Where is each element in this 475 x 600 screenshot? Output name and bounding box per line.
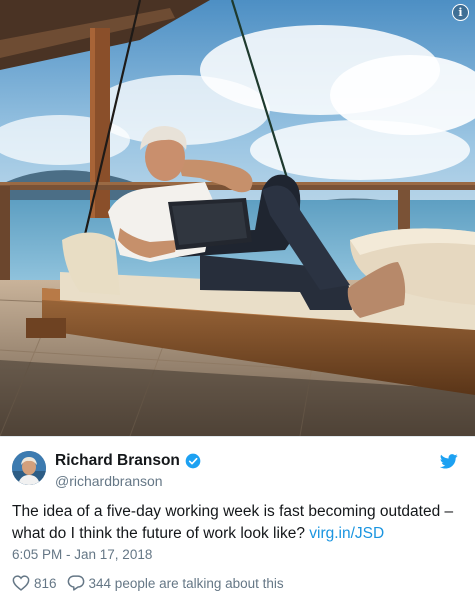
tweet-link[interactable]: virg.in/JSD (309, 525, 384, 542)
tweet-text: The idea of a five-day working week is f… (12, 501, 467, 545)
tweet-actions: 816 344 people are talking about this (12, 575, 294, 591)
avatar[interactable] (12, 451, 46, 485)
author-display-name[interactable]: Richard Branson (55, 452, 180, 470)
reply-text: 344 people are talking about this (88, 575, 284, 591)
heart-icon (12, 575, 30, 591)
twitter-bird-icon[interactable] (440, 454, 458, 469)
verified-icon (185, 453, 201, 469)
reply-bubble-icon (67, 575, 84, 591)
author-name-row[interactable]: Richard Branson (55, 452, 201, 470)
like-count: 816 (34, 575, 57, 591)
tweet-timestamp[interactable]: 6:05 PM - Jan 17, 2018 (12, 547, 152, 562)
avatar-image (12, 451, 46, 485)
reply-button[interactable]: 344 people are talking about this (67, 575, 284, 591)
tweet-photo[interactable]: i (0, 0, 475, 436)
like-button[interactable]: 816 (12, 575, 57, 591)
author-block: Richard Branson @richardbranson (55, 452, 201, 490)
tweet-body: The idea of a five-day working week is f… (12, 503, 454, 542)
author-handle[interactable]: @richardbranson (55, 472, 201, 490)
info-icon[interactable]: i (452, 4, 469, 21)
photo-illustration (0, 0, 475, 436)
tweet-card: Richard Branson @richardbranson The idea… (0, 436, 475, 600)
